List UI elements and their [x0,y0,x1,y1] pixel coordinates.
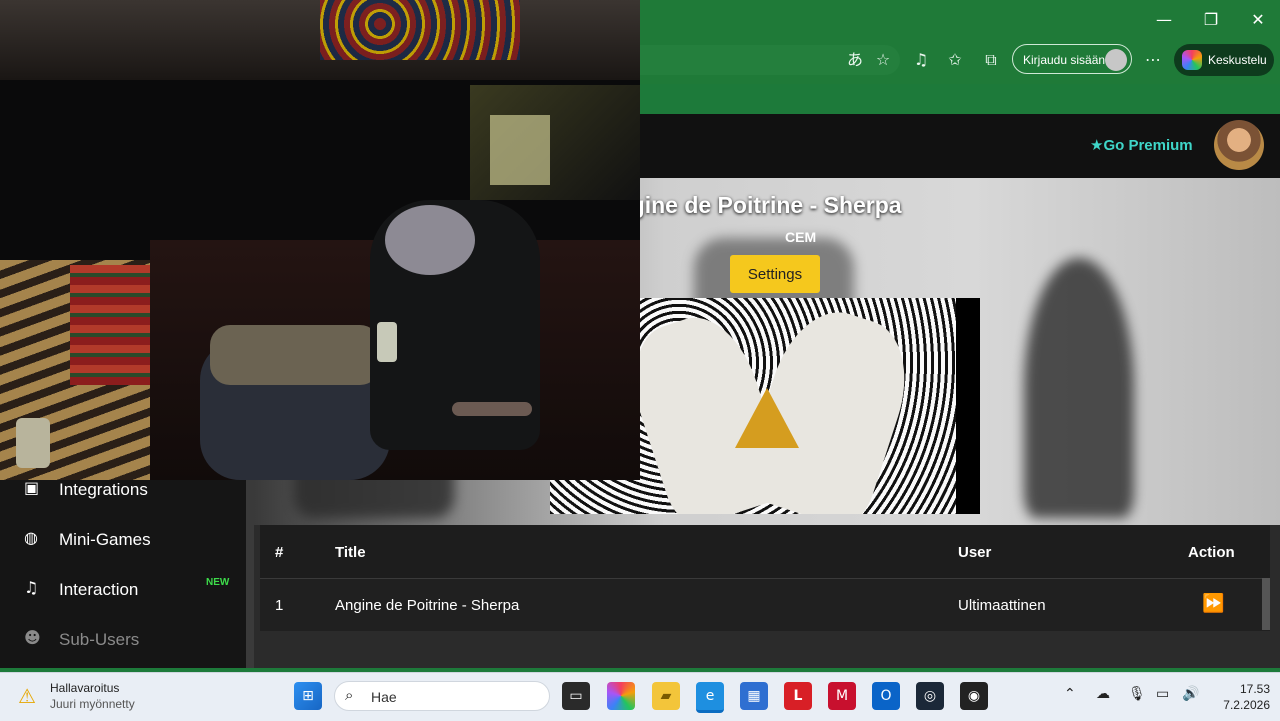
fast-forward-icon[interactable]: ⏩ [1202,593,1224,614]
sidebar-item-sub-users[interactable]: ☻ Sub-Users [24,620,244,660]
microphone-icon[interactable]: 🎙 [1128,686,1146,702]
mcafee-icon[interactable]: M [828,682,856,710]
show-hidden-icons-icon[interactable]: ⌃ [1064,686,1076,702]
sidebar-item-label: Sub-Users [59,630,140,649]
restore-icon[interactable]: ❐ [1191,6,1231,34]
file-explorer-icon[interactable]: ▰ [652,682,680,710]
sidebar-item-label: Interaction [59,580,139,599]
requested-by: CEM [785,229,817,245]
col-user: User [958,544,992,561]
star-icon: ★ [1090,136,1104,154]
user-avatar[interactable] [1214,120,1264,170]
song-title: Angine de Poitrine - Sherpa [600,192,902,218]
sidebar-item-mini-games[interactable]: ◍ Mini-Games [24,520,244,560]
read-aloud-icon[interactable]: あ [842,47,868,73]
webcam-overlay [0,0,640,480]
warning-icon: ⚠ [18,684,36,708]
volume-icon[interactable]: 🔊 [1182,686,1199,702]
new-badge: NEW [206,577,230,588]
collections-icon[interactable]: ⧉ [978,47,1004,73]
close-icon[interactable]: ✕ [1238,6,1278,34]
obs-icon[interactable]: ◉ [960,682,988,710]
weather-title: Hallavaroitus [50,681,120,695]
edge-browser-icon[interactable]: e [696,682,724,713]
system-clock[interactable]: 17.53 7.2.2026 [1210,681,1270,713]
col-number: # [275,544,284,561]
l-app-icon[interactable]: L [784,682,812,710]
weather-widget[interactable]: ⚠ Hallavaroitus Juuri myönnetty [18,680,198,716]
row-number: 1 [275,597,284,614]
windows-start-icon[interactable]: ⊞ [294,682,322,710]
onedrive-icon[interactable]: ☁ [1096,686,1110,702]
copilot-label: Keskustelu [1208,53,1267,67]
users-icon: ☻ [24,628,41,647]
favorites-icon[interactable]: ✩ [942,47,968,73]
copilot-icon [1182,50,1202,70]
copilot-button[interactable]: Keskustelu [1174,44,1274,76]
queue-table: # Title User Action 1 Angine de Poitrine… [260,525,1270,631]
sign-in-label: Kirjaudu sisään [1023,53,1106,67]
more-options-icon[interactable]: ⋯ [1140,47,1166,73]
sidebar-item-label: Integrations [59,480,148,499]
favorite-star-icon[interactable]: ☆ [870,47,896,73]
sign-in-button[interactable]: Kirjaudu sisään [1012,44,1132,74]
table-scrollbar[interactable] [1262,578,1270,630]
chat-icon: ▣ [24,478,40,497]
task-view-icon[interactable]: ▭ [562,682,590,710]
sidebar-scrollbar[interactable] [246,470,254,668]
go-premium-label: Go Premium [1103,137,1193,154]
search-placeholder: Hae [371,689,397,705]
network-icon[interactable]: ▭ [1156,686,1169,702]
sidebar-item-label: Mini-Games [59,530,151,549]
search-box[interactable]: ⌕ Hae [334,681,550,711]
media-icon[interactable]: ♫ [908,47,934,73]
gamepad-icon: ◍ [24,528,38,547]
search-icon: ⌕ [345,686,354,704]
sidebar-item-interaction[interactable]: ♫ Interaction [24,570,244,610]
outlook-icon[interactable]: O [872,682,900,710]
settings-button[interactable]: Settings [730,255,820,293]
profile-avatar-icon [1105,49,1127,71]
table-header: # Title User Action [260,525,1270,579]
col-title: Title [335,544,366,561]
table-row: 1 Angine de Poitrine - Sherpa Ultimaatti… [260,579,1270,631]
store-icon[interactable]: ▦ [740,682,768,710]
steam-icon[interactable]: ◎ [916,682,944,710]
row-user: Ultimaattinen [958,597,1046,614]
row-title: Angine de Poitrine - Sherpa [335,597,520,614]
minimize-icon[interactable]: — [1144,6,1184,34]
clock-date: 7.2.2026 [1223,698,1270,712]
copilot-app-icon[interactable] [607,682,635,710]
clock-time: 17.53 [1239,682,1270,696]
music-icon: ♫ [24,578,39,597]
go-premium-link[interactable]: ★Go Premium [1090,136,1193,154]
weather-subtitle: Juuri myönnetty [50,697,135,711]
col-action: Action [1188,544,1235,561]
